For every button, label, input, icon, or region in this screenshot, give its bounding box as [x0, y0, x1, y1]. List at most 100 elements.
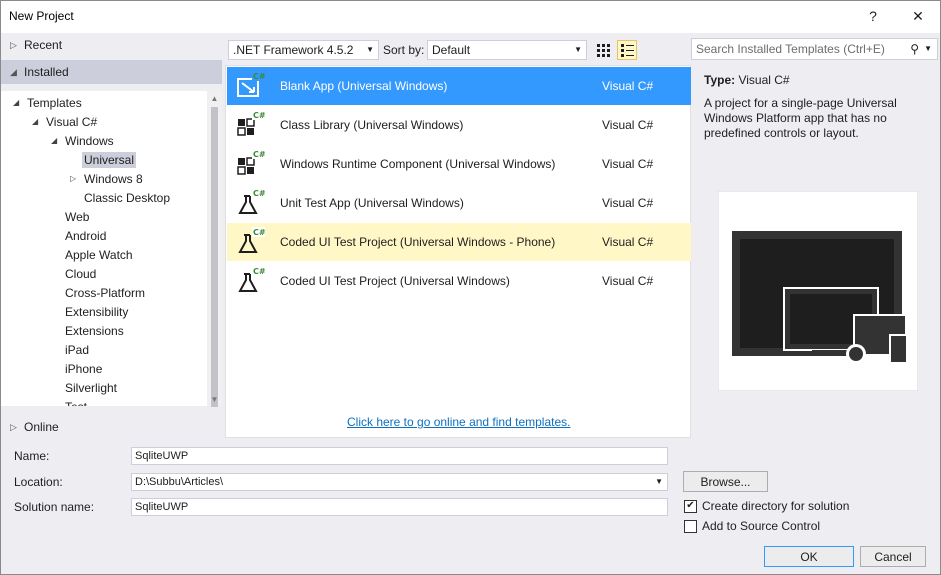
- expand-arrow-icon: ▷: [10, 421, 17, 432]
- browse-button[interactable]: Browse...: [683, 471, 768, 492]
- checkbox-unchecked-icon[interactable]: [684, 519, 697, 533]
- chevron-down-icon[interactable]: ▼: [655, 477, 663, 486]
- class-library-icon: C#: [235, 109, 267, 141]
- tree-item[interactable]: Android: [51, 226, 108, 245]
- source-control-checkbox[interactable]: Add to Source Control: [684, 519, 820, 533]
- tree-item[interactable]: ◢ Windows: [51, 131, 116, 150]
- search-box[interactable]: Search Installed Templates (Ctrl+E) ⚲ ▼: [691, 38, 938, 60]
- list-view-button[interactable]: [617, 40, 637, 60]
- type-line: Type: Visual C#: [704, 73, 790, 87]
- recent-label: Recent: [24, 38, 63, 52]
- help-button[interactable]: ?: [851, 1, 895, 31]
- location-label: Location:: [14, 475, 63, 489]
- location-field[interactable]: D:\Subbu\Articles\ ▼: [131, 473, 668, 491]
- solution-name-label: Solution name:: [14, 500, 95, 514]
- create-directory-checkbox[interactable]: ✔ Create directory for solution: [684, 499, 849, 513]
- tree-item-label: iPhone: [65, 361, 103, 376]
- device-preview-image: [718, 191, 918, 391]
- svg-text:C#: C#: [253, 267, 266, 276]
- close-button[interactable]: ✕: [896, 1, 940, 31]
- collapse-arrow-icon[interactable]: ◢: [13, 98, 25, 107]
- location-value: D:\Subbu\Articles\: [135, 476, 224, 488]
- tree-item-label: Extensibility: [65, 304, 129, 319]
- name-value: SqliteUWP: [135, 450, 189, 462]
- new-project-dialog: New Project ? ✕ ▷ Recent ◢ Installed ◢ Te…: [0, 0, 941, 575]
- template-language: Visual C#: [602, 79, 654, 93]
- tree-item[interactable]: ▷ Windows 8: [70, 169, 145, 188]
- template-language: Visual C#: [602, 235, 654, 249]
- scroll-thumb[interactable]: [211, 107, 218, 407]
- search-icon[interactable]: ⚲: [910, 42, 919, 56]
- tree-item-label: iPad: [65, 342, 90, 357]
- collapse-arrow-icon[interactable]: ◢: [51, 136, 63, 145]
- title-bar: New Project ? ✕: [1, 1, 940, 33]
- template-name: Coded UI Test Project (Universal Windows…: [280, 274, 510, 288]
- scroll-up-icon[interactable]: ▲: [207, 91, 222, 105]
- tree-item[interactable]: iPad: [51, 340, 91, 359]
- tree-item-label: Cloud: [65, 266, 97, 281]
- small-icons-view-button[interactable]: [593, 40, 613, 60]
- name-field[interactable]: SqliteUWP: [131, 447, 668, 465]
- tree-item[interactable]: Extensibility: [51, 302, 130, 321]
- installed-section[interactable]: ◢ Installed: [1, 60, 222, 84]
- expand-arrow-icon[interactable]: ▷: [70, 174, 82, 183]
- tree-item[interactable]: Universal: [70, 150, 137, 169]
- tree-item-label: Universal: [82, 151, 137, 168]
- recent-section[interactable]: ▷ Recent: [1, 33, 222, 57]
- online-label: Online: [24, 420, 59, 434]
- tree-item[interactable]: Cloud: [51, 264, 98, 283]
- template-language: Visual C#: [602, 118, 654, 132]
- tree-item[interactable]: Test: [51, 397, 89, 407]
- template-name: Windows Runtime Component (Universal Win…: [280, 157, 556, 171]
- online-section[interactable]: ▷ Online: [1, 415, 222, 439]
- online-templates-link[interactable]: Click here to go online and find templat…: [347, 415, 570, 429]
- sort-by-label: Sort by:: [383, 43, 425, 57]
- framework-dropdown[interactable]: .NET Framework 4.5.2 ▼: [228, 40, 379, 60]
- template-language: Visual C#: [602, 157, 654, 171]
- template-name: Unit Test App (Universal Windows): [280, 196, 464, 210]
- tree-item[interactable]: Apple Watch: [51, 245, 135, 264]
- tree-item[interactable]: iPhone: [51, 359, 104, 378]
- template-language: Visual C#: [602, 274, 654, 288]
- tree-item[interactable]: Web: [51, 207, 91, 226]
- template-row[interactable]: C# Class Library (Universal Windows) Visua…: [227, 106, 691, 144]
- tree-item[interactable]: Cross-Platform: [51, 283, 147, 302]
- svg-text:C#: C#: [253, 189, 266, 198]
- chevron-down-icon[interactable]: ▼: [924, 44, 932, 53]
- template-tree: ◢ Templates ◢ Visual C# ◢ Windows Universal ▷ Wi…: [1, 91, 207, 406]
- coded-ui-test-icon: C#: [235, 226, 267, 258]
- search-placeholder: Search Installed Templates (Ctrl+E): [696, 42, 885, 56]
- checkbox-checked-icon[interactable]: ✔: [684, 499, 697, 513]
- tree-item-label: Classic Desktop: [84, 190, 171, 205]
- template-name: Class Library (Universal Windows): [280, 118, 464, 132]
- type-label: Type:: [704, 73, 736, 87]
- tree-item-label: Android: [65, 228, 107, 243]
- tree-item-label: Apple Watch: [65, 247, 133, 262]
- template-row[interactable]: C# Unit Test App (Universal Windows) Visua…: [227, 184, 691, 222]
- sort-dropdown[interactable]: Default ▼: [427, 40, 587, 60]
- scroll-down-icon[interactable]: ▼: [207, 392, 222, 406]
- tree-scrollbar[interactable]: ▲ ▼: [207, 91, 222, 407]
- template-row[interactable]: C# Coded UI Test Project (Universal Windo…: [227, 262, 691, 300]
- tree-item-label: Visual C#: [46, 114, 98, 129]
- collapse-arrow-icon[interactable]: ◢: [32, 117, 44, 126]
- tree-item-label: Extensions: [65, 323, 124, 338]
- tree-item-label: Windows 8: [84, 171, 143, 186]
- tree-item[interactable]: Silverlight: [51, 378, 119, 397]
- tree-item[interactable]: Classic Desktop: [70, 188, 172, 207]
- tree-item-label: Windows: [65, 133, 114, 148]
- tree-item[interactable]: Extensions: [51, 321, 126, 340]
- solution-name-field[interactable]: SqliteUWP: [131, 498, 668, 516]
- tree-item-label: Web: [65, 209, 90, 224]
- details-panel: Type: Visual C# A project for a single-p…: [692, 65, 940, 438]
- tree-item[interactable]: ◢ Templates: [13, 93, 84, 112]
- list-view-icon: [621, 44, 634, 57]
- template-row[interactable]: C# Windows Runtime Component (Universal W…: [227, 145, 691, 183]
- template-row[interactable]: C# Blank App (Universal Windows) Visual C#: [227, 67, 691, 105]
- grid-view-icon: [597, 44, 610, 57]
- ok-button[interactable]: OK: [764, 546, 854, 567]
- tree-item[interactable]: ◢ Visual C#: [32, 112, 99, 131]
- template-row[interactable]: C# Coded UI Test Project (Universal Windo…: [227, 223, 691, 261]
- cancel-button[interactable]: Cancel: [860, 546, 926, 567]
- tree-item-label: Templates: [27, 95, 82, 110]
